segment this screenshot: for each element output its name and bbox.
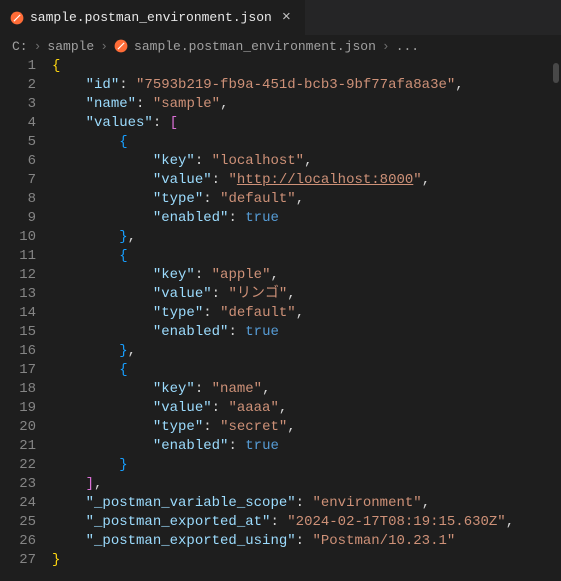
code-line: "type": "secret", [52, 418, 561, 437]
breadcrumb-tail: ... [396, 39, 419, 54]
code-line: { [52, 247, 561, 266]
code-line: ], [52, 475, 561, 494]
code-area[interactable]: { "id": "7593b219-fb9a-451d-bcb3-9bf77af… [48, 57, 561, 581]
code-line: { [52, 133, 561, 152]
code-line: } [52, 456, 561, 475]
tab-active[interactable]: sample.postman_environment.json × [0, 0, 306, 35]
breadcrumb-folder: sample [47, 39, 94, 54]
breadcrumb[interactable]: C: › sample › sample.postman_environment… [0, 35, 561, 57]
code-line: "enabled": true [52, 323, 561, 342]
code-line: "value": "aaaa", [52, 399, 561, 418]
tab-label: sample.postman_environment.json [30, 10, 272, 25]
breadcrumb-file: sample.postman_environment.json [134, 39, 376, 54]
chevron-right-icon: › [100, 39, 108, 54]
postman-icon [114, 39, 128, 53]
code-line: "enabled": true [52, 437, 561, 456]
code-line: }, [52, 228, 561, 247]
tab-bar: sample.postman_environment.json × [0, 0, 561, 35]
editor[interactable]: 12345 678910 1112131415 1617181920 21222… [0, 57, 561, 581]
code-line: "_postman_exported_using": "Postman/10.2… [52, 532, 561, 551]
code-line: "name": "sample", [52, 95, 561, 114]
code-line: "type": "default", [52, 190, 561, 209]
code-line: "id": "7593b219-fb9a-451d-bcb3-9bf77afa8… [52, 76, 561, 95]
code-line: "values": [ [52, 114, 561, 133]
breadcrumb-drive: C: [12, 39, 28, 54]
code-line: "key": "name", [52, 380, 561, 399]
code-line: "_postman_exported_at": "2024-02-17T08:1… [52, 513, 561, 532]
code-line: "key": "apple", [52, 266, 561, 285]
line-gutter: 12345 678910 1112131415 1617181920 21222… [0, 57, 48, 581]
chevron-right-icon: › [382, 39, 390, 54]
code-line: "value": "http://localhost:8000", [52, 171, 561, 190]
chevron-right-icon: › [34, 39, 42, 54]
code-line: "key": "localhost", [52, 152, 561, 171]
code-line: } [52, 551, 561, 570]
code-line: }, [52, 342, 561, 361]
code-line: "enabled": true [52, 209, 561, 228]
code-line: "_postman_variable_scope": "environment"… [52, 494, 561, 513]
code-line: { [52, 361, 561, 380]
close-icon[interactable]: × [278, 9, 295, 26]
scrollbar-thumb[interactable] [553, 63, 559, 83]
code-line: "type": "default", [52, 304, 561, 323]
postman-icon [10, 11, 24, 25]
code-line: "value": "リンゴ", [52, 285, 561, 304]
code-line: { [52, 57, 561, 76]
